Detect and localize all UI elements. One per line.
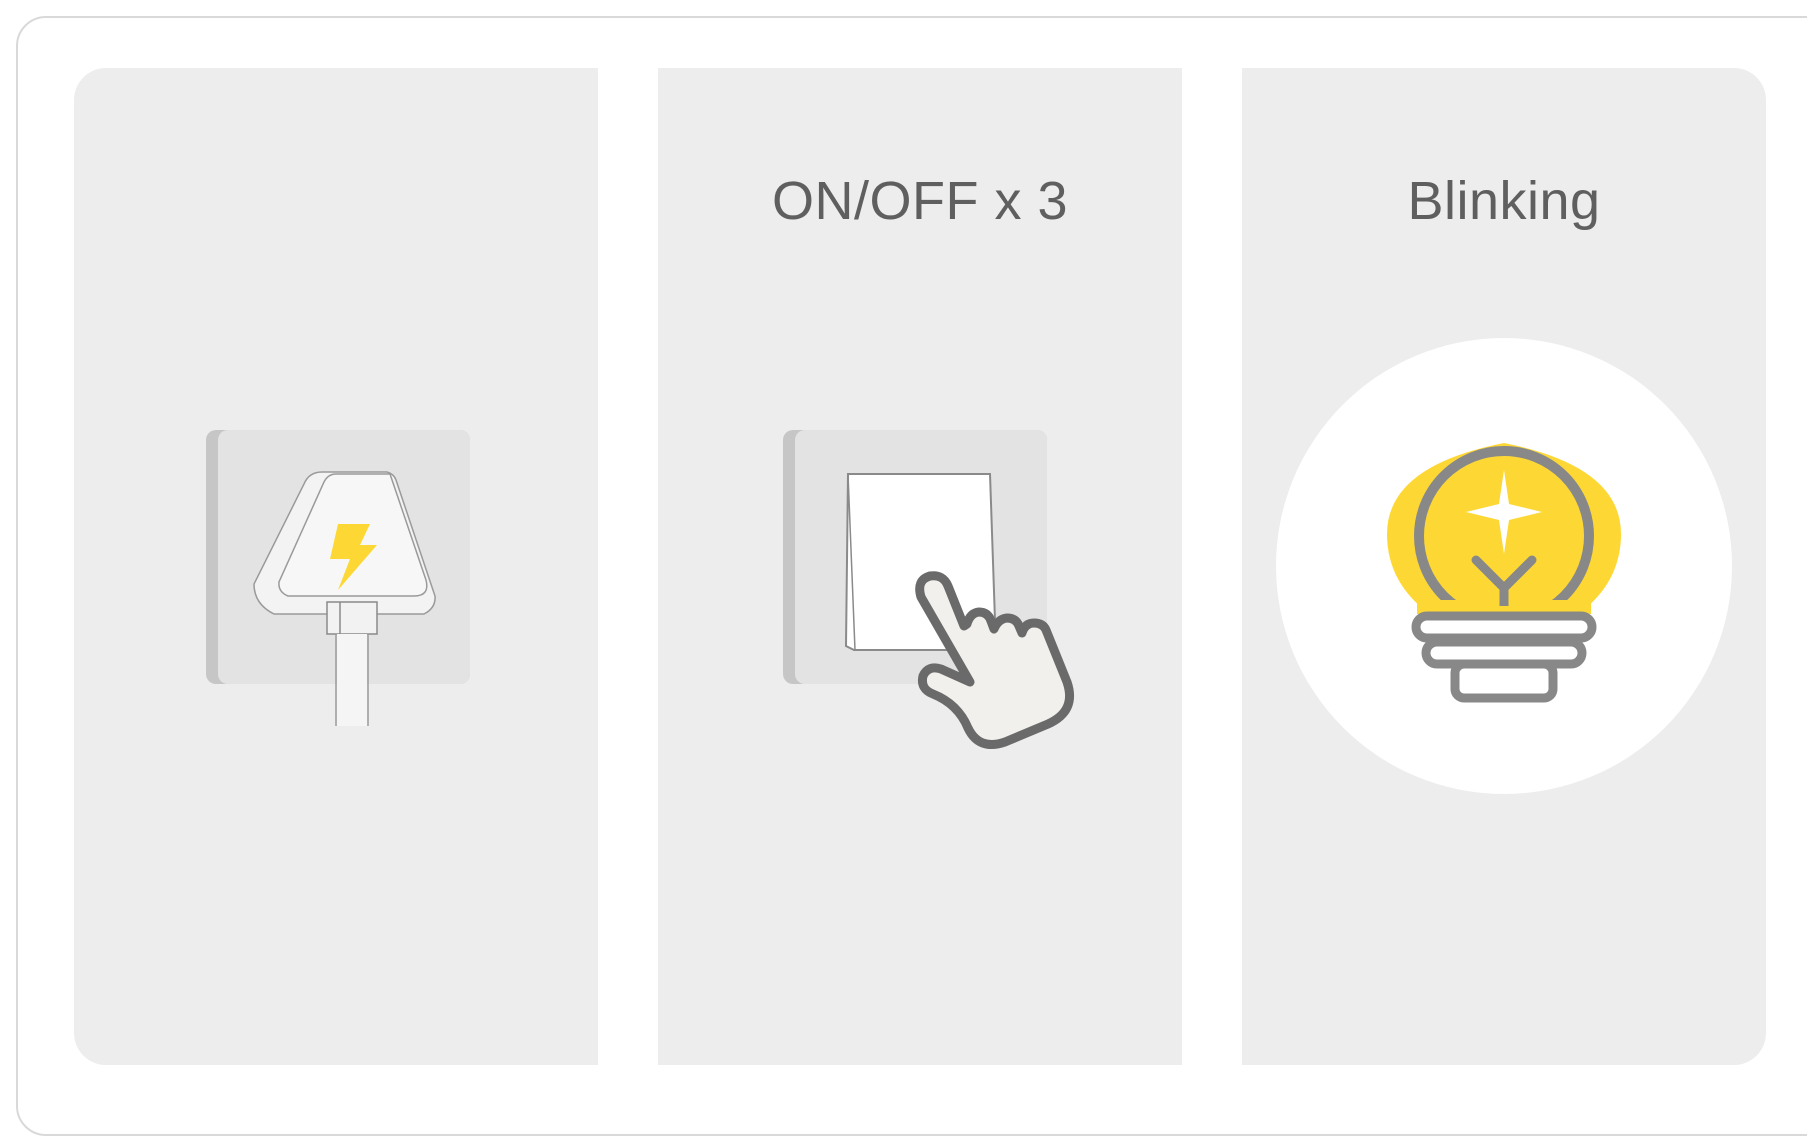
power-plug-icon [206,430,470,726]
step-panel-blinking: Blinking [1242,68,1766,1065]
wall-switch-press-icon [783,430,1075,749]
blinking-bulb-icon [1276,338,1732,794]
step-panel-switch: ON/OFF x 3 [658,68,1182,1065]
step-panel-power [74,68,598,1065]
